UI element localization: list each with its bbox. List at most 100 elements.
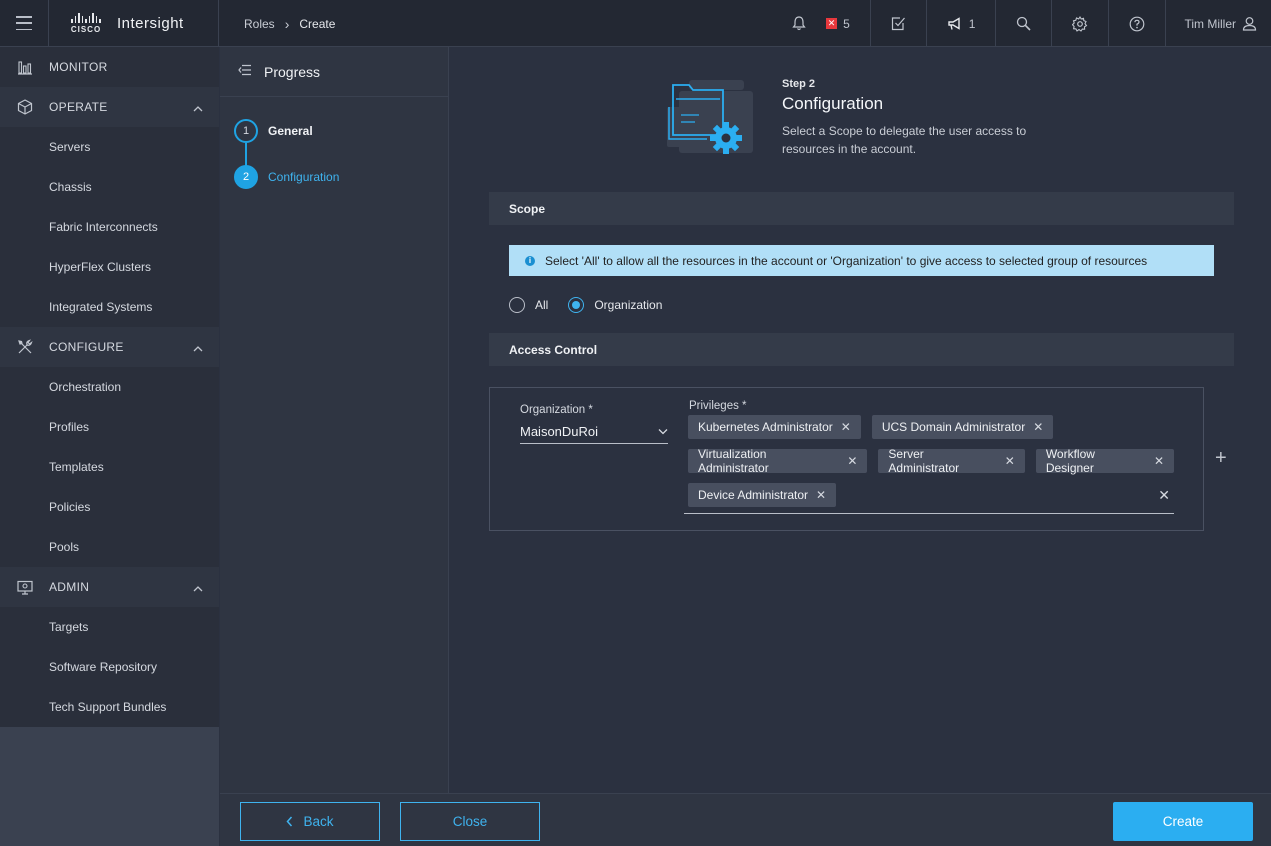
radio-label: All xyxy=(535,298,549,312)
close-button[interactable]: Close xyxy=(400,802,540,841)
scope-radio-organization[interactable]: Organization xyxy=(568,297,662,313)
scope-section-header: Scope xyxy=(489,192,1234,225)
step-label: General xyxy=(268,124,313,138)
privilege-chip: Kubernetes Administrator ✕ xyxy=(688,415,861,439)
breadcrumb-roles[interactable]: Roles xyxy=(244,17,275,31)
bell-icon xyxy=(792,16,806,31)
add-row-icon[interactable]: + xyxy=(1215,447,1227,470)
chevron-up-icon xyxy=(193,341,203,355)
main-content: Step 2 Configuration Select a Scope to d… xyxy=(449,47,1271,793)
privileges-multiselect[interactable]: Kubernetes Administrator ✕ UCS Domain Adm… xyxy=(684,415,1174,514)
settings-button[interactable] xyxy=(1051,0,1108,47)
nav-item-tech-support-bundles[interactable]: Tech Support Bundles xyxy=(0,687,219,727)
back-button[interactable]: Back xyxy=(240,802,380,841)
user-icon xyxy=(1242,17,1257,31)
nav-item-profiles[interactable]: Profiles xyxy=(0,407,219,447)
wizard-footer: Back Close Create xyxy=(220,793,1271,846)
nav-item-pools[interactable]: Pools xyxy=(0,527,219,567)
remove-chip-icon[interactable]: ✕ xyxy=(1033,420,1043,434)
user-menu[interactable]: Tim Miller xyxy=(1165,0,1271,47)
remove-chip-icon[interactable]: ✕ xyxy=(1154,454,1164,468)
nav-item-software-repository[interactable]: Software Repository xyxy=(0,647,219,687)
monitor-chart-icon xyxy=(16,58,34,76)
step-number: 2 xyxy=(234,165,258,189)
operate-cube-icon xyxy=(16,98,34,116)
remove-chip-icon[interactable]: ✕ xyxy=(841,420,851,434)
nav-admin[interactable]: ADMIN xyxy=(0,567,219,607)
search-icon xyxy=(1017,16,1032,31)
admin-monitor-icon xyxy=(16,578,34,596)
search-button[interactable] xyxy=(995,0,1051,47)
step-description: Select a Scope to delegate the user acce… xyxy=(782,124,1027,156)
step-general[interactable]: 1 General xyxy=(234,119,448,143)
help-button[interactable] xyxy=(1108,0,1165,47)
megaphone-icon xyxy=(948,16,960,30)
announcements-button[interactable]: 1 xyxy=(925,0,996,47)
breadcrumb-current: Create xyxy=(299,17,336,31)
nav-item-policies[interactable]: Policies xyxy=(0,487,219,527)
organization-field: Organization * MaisonDuRoi xyxy=(520,404,668,444)
menu-icon[interactable] xyxy=(14,14,34,32)
chip-label: UCS Domain Administrator xyxy=(881,420,1026,434)
task-check-icon xyxy=(891,17,905,31)
remove-chip-icon[interactable]: ✕ xyxy=(847,454,857,468)
left-navigation: MONITOR OPERATE Servers Chassis Fabric I… xyxy=(0,47,220,846)
progress-header: Progress xyxy=(220,47,448,97)
nav-item-integrated-systems[interactable]: Integrated Systems xyxy=(0,287,219,327)
organization-label: Organization * xyxy=(520,404,593,416)
organization-value: MaisonDuRoi xyxy=(520,424,599,439)
create-button[interactable]: Create xyxy=(1113,802,1253,841)
step-configuration[interactable]: 2 Configuration xyxy=(234,165,448,189)
clear-all-icon[interactable]: ✕ xyxy=(1158,487,1170,504)
nav-item-targets[interactable]: Targets xyxy=(0,607,219,647)
nav-item-orchestration[interactable]: Orchestration xyxy=(0,367,219,407)
chevron-down-icon xyxy=(658,429,668,435)
collapse-panel-icon[interactable] xyxy=(238,64,252,79)
step-header-text: Step 2 Configuration Select a Scope to d… xyxy=(782,78,1072,158)
privilege-chip: Server Administrator ✕ xyxy=(878,447,1025,475)
announcements-count: 1 xyxy=(968,16,976,31)
configure-tools-icon xyxy=(16,338,34,356)
step-number: 1 xyxy=(234,119,258,143)
step-label: Configuration xyxy=(268,170,340,184)
folder-gear-illustration-icon xyxy=(667,80,753,154)
nav-configure-label: CONFIGURE xyxy=(49,340,124,354)
breadcrumb: Roles › Create xyxy=(244,16,335,32)
remove-chip-icon[interactable]: ✕ xyxy=(816,488,826,502)
chevron-up-icon xyxy=(193,581,203,595)
nav-item-hyperflex-clusters[interactable]: HyperFlex Clusters xyxy=(0,247,219,287)
scope-radio-all[interactable]: All xyxy=(509,297,548,313)
nav-item-templates[interactable]: Templates xyxy=(0,447,219,487)
chip-label: Workflow Designer xyxy=(1045,447,1095,475)
create-button-label: Create xyxy=(1162,814,1204,829)
privilege-chip: Device Administrator ✕ xyxy=(688,483,837,507)
nav-list: MONITOR OPERATE Servers Chassis Fabric I… xyxy=(0,47,219,727)
notifications-button[interactable]: ✕ 5 xyxy=(772,0,870,47)
nav-item-fabric-interconnects[interactable]: Fabric Interconnects xyxy=(0,207,219,247)
radio-circle xyxy=(509,297,525,313)
nav-operate-label: OPERATE xyxy=(49,100,108,114)
cisco-logo-text: CISCO xyxy=(70,25,102,34)
organization-select[interactable]: MaisonDuRoi xyxy=(520,424,668,444)
nav-item-chassis[interactable]: Chassis xyxy=(0,167,219,207)
radio-label: Organization xyxy=(594,298,663,312)
nav-monitor[interactable]: MONITOR xyxy=(0,47,219,87)
gear-icon xyxy=(1072,15,1088,32)
scope-radio-group: All Organization xyxy=(509,297,662,313)
nav-operate[interactable]: OPERATE xyxy=(0,87,219,127)
back-button-label: Back xyxy=(303,814,334,829)
top-icons: ✕ 5 1 Tim Miller xyxy=(772,0,1271,47)
requests-button[interactable] xyxy=(869,0,926,47)
brand[interactable]: CISCO Intersight xyxy=(48,0,219,47)
privileges-label: Privileges * xyxy=(689,400,747,412)
remove-chip-icon[interactable]: ✕ xyxy=(1005,454,1015,468)
privilege-chip: Virtualization Administrator ✕ xyxy=(688,447,868,475)
info-icon: i xyxy=(525,255,535,266)
nav-item-servers[interactable]: Servers xyxy=(0,127,219,167)
radio-circle xyxy=(568,297,585,313)
privilege-chip: UCS Domain Administrator ✕ xyxy=(871,415,1054,439)
nav-configure[interactable]: CONFIGURE xyxy=(0,327,219,367)
close-button-label: Close xyxy=(452,814,488,829)
chip-label: Virtualization Administrator xyxy=(698,447,769,475)
privilege-chip: Workflow Designer ✕ xyxy=(1035,447,1174,475)
